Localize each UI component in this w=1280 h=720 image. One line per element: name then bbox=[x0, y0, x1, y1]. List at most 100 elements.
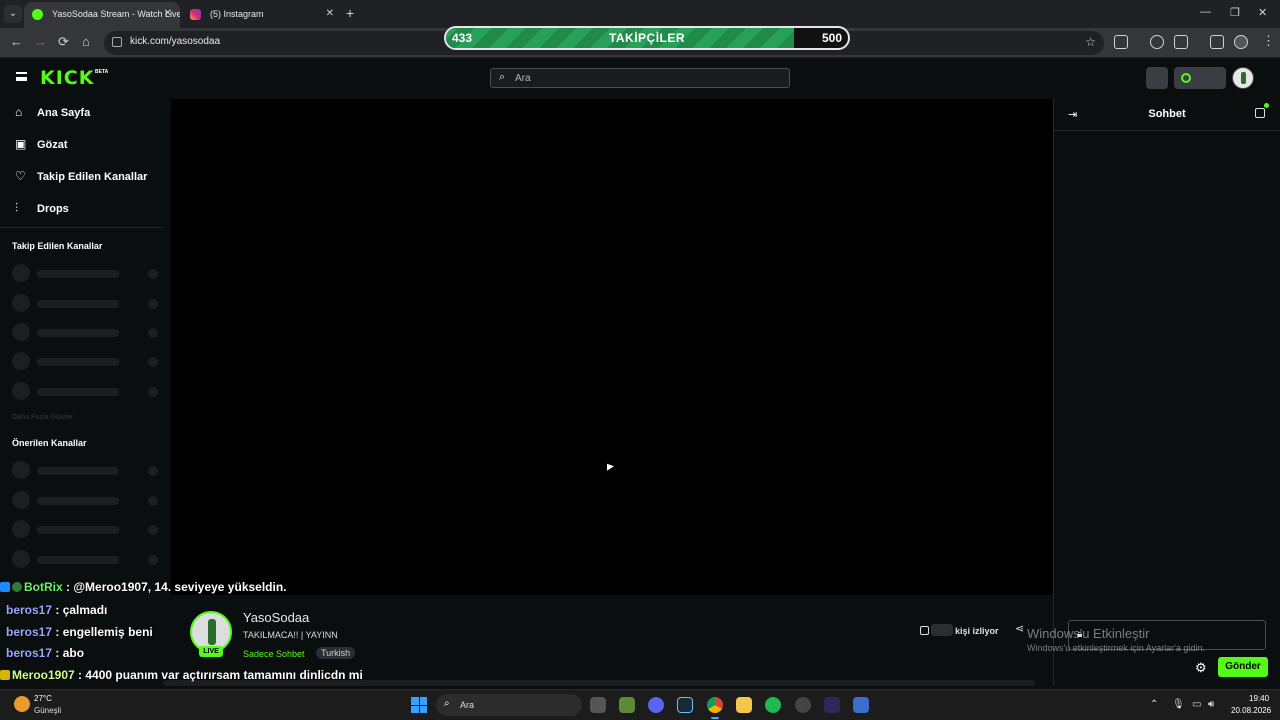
site-info-icon[interactable] bbox=[112, 37, 122, 47]
chat-message: : 4400 puanım var açtırırsam tamamını di… bbox=[78, 668, 363, 682]
network-icon[interactable]: ▭ bbox=[1192, 699, 1201, 710]
link-icon[interactable] bbox=[1174, 35, 1188, 49]
chat-message: : engellemiş beni bbox=[55, 625, 153, 639]
close-tab-icon[interactable]: ✕ bbox=[326, 2, 334, 26]
spotify-icon[interactable] bbox=[765, 697, 781, 713]
taskbar-search[interactable]: ⌕ Ara bbox=[436, 694, 582, 716]
extension-icon[interactable] bbox=[1150, 35, 1164, 49]
channel-skeleton bbox=[12, 382, 160, 400]
back-icon[interactable]: ← bbox=[10, 34, 23, 49]
nav-browse[interactable]: ▣ Gözat bbox=[0, 132, 163, 160]
tab-instagram[interactable]: (5) Instagram ✕ bbox=[182, 2, 342, 28]
nav-home[interactable]: ⌂ Ana Sayfa bbox=[0, 100, 163, 128]
forward-icon[interactable]: → bbox=[34, 34, 47, 49]
discord-icon[interactable] bbox=[648, 697, 664, 713]
browser-tab-bar: ⌄ YasoSodaa Stream - Watch Live ✕ (5) In… bbox=[0, 0, 1280, 28]
chat-username: beros17 bbox=[6, 603, 53, 617]
reload-icon[interactable]: ⟳ bbox=[58, 34, 69, 50]
kick-logo[interactable]: KICK bbox=[40, 67, 94, 89]
bookmark-star-icon[interactable]: ☆ bbox=[1085, 35, 1096, 49]
channel-skeleton bbox=[12, 294, 160, 312]
nav-following[interactable]: ♡ Takip Edilen Kanallar bbox=[0, 164, 163, 192]
clock-time[interactable]: 19:40 bbox=[1249, 694, 1269, 703]
heart-icon: ♡ bbox=[15, 169, 26, 183]
stream-title: TAKILMACA!! | YAYINN bbox=[243, 630, 338, 640]
chat-settings-icon[interactable]: ⚙ bbox=[1195, 660, 1207, 676]
file-explorer-icon[interactable] bbox=[736, 697, 752, 713]
instagram-favicon-icon bbox=[190, 9, 201, 20]
microphone-icon[interactable]: 🎙︎ bbox=[1172, 699, 1185, 710]
tray-overflow-icon[interactable]: ⌃ bbox=[1150, 699, 1158, 710]
channel-skeleton bbox=[12, 520, 160, 538]
bot-badge-icon bbox=[0, 582, 10, 592]
media-control-icon[interactable] bbox=[1210, 35, 1224, 49]
search-input[interactable] bbox=[515, 71, 775, 86]
menu-icon[interactable] bbox=[16, 72, 27, 81]
chat-username: Meroo1907 bbox=[12, 668, 75, 682]
channel-skeleton bbox=[12, 550, 160, 568]
send-button[interactable]: Gönder bbox=[1218, 657, 1268, 677]
overlay-chat-line: beros17 : çalmadı bbox=[6, 603, 107, 617]
steam-icon[interactable] bbox=[677, 697, 693, 713]
channel-skeleton bbox=[12, 264, 160, 282]
nav-drops[interactable]: ⫶ Drops bbox=[0, 196, 163, 224]
start-icon[interactable] bbox=[411, 697, 427, 713]
app-icon[interactable] bbox=[795, 697, 811, 713]
site-header: KICK BETA ⌕ bbox=[0, 58, 1280, 98]
chat-username: beros17 bbox=[6, 646, 53, 660]
minimize-icon[interactable]: — bbox=[1200, 6, 1211, 18]
app-icon[interactable] bbox=[853, 697, 869, 713]
volume-icon[interactable]: 🔊︎ bbox=[1208, 699, 1214, 710]
url-text[interactable]: kick.com/yasosodaa bbox=[130, 36, 220, 47]
tab-search-icon[interactable]: ⌄ bbox=[4, 5, 22, 23]
chat-panel: ⇥ Sohbet 🔒︎ ⚙ Gönder bbox=[1053, 98, 1280, 685]
browser-menu-icon[interactable]: ⋮ bbox=[1262, 33, 1275, 49]
drops-icon: ⫶ bbox=[15, 201, 19, 215]
chat-title: Sohbet bbox=[1148, 108, 1186, 120]
nav-label: Ana Sayfa bbox=[37, 107, 91, 119]
followers-target: 500 bbox=[821, 31, 842, 45]
weather-icon[interactable] bbox=[14, 696, 30, 712]
weather-description[interactable]: Güneşli bbox=[34, 706, 61, 715]
chat-message: : çalmadı bbox=[55, 603, 108, 617]
verified-badge-icon bbox=[12, 582, 22, 592]
overlay-chat-line: Meroo1907 : 4400 puanım var açtırırsam t… bbox=[0, 668, 363, 682]
close-tab-icon[interactable]: ✕ bbox=[164, 2, 172, 26]
viewers-icon bbox=[920, 626, 929, 635]
profile-icon[interactable] bbox=[1234, 35, 1248, 49]
browse-icon: ▣ bbox=[15, 137, 27, 151]
search-bar[interactable]: ⌕ bbox=[490, 68, 790, 88]
windows-taskbar: 27°C Güneşli ⌕ Ara ⌃ 🎙︎ ▭ 🔊︎ 19:40 20.08… bbox=[0, 689, 1280, 720]
weather-temperature[interactable]: 27°C bbox=[34, 694, 52, 703]
nav-label: Takip Edilen Kanallar bbox=[37, 171, 148, 183]
kick-points-button[interactable] bbox=[1174, 67, 1226, 89]
app-icon[interactable] bbox=[824, 697, 840, 713]
chat-message: : abo bbox=[55, 646, 85, 660]
new-tab-button[interactable]: + bbox=[346, 5, 354, 21]
header-action-button[interactable] bbox=[1146, 67, 1168, 89]
extensions-icon[interactable] bbox=[1114, 35, 1128, 49]
task-view-icon[interactable] bbox=[590, 697, 606, 713]
stream-category[interactable]: Sadece Sohbet bbox=[243, 649, 305, 659]
minecraft-icon[interactable] bbox=[619, 697, 635, 713]
activation-watermark-subtitle: Windows'u etkinleştirmek için Ayarlar'a … bbox=[1027, 643, 1205, 653]
streamer-name[interactable]: YasoSodaa bbox=[243, 610, 309, 625]
clock-date[interactable]: 20.08.2026 bbox=[1231, 706, 1271, 715]
user-avatar[interactable] bbox=[1232, 67, 1254, 89]
viewers-label: kişi izliyor bbox=[955, 626, 999, 636]
restore-icon[interactable]: ❐ bbox=[1230, 6, 1240, 19]
home-icon[interactable]: ⌂ bbox=[82, 34, 90, 49]
close-window-icon[interactable]: ✕ bbox=[1258, 6, 1267, 19]
subscriber-badge-icon bbox=[0, 670, 10, 680]
chat-divider bbox=[1054, 130, 1280, 131]
gift-icon[interactable] bbox=[1255, 103, 1269, 118]
video-player[interactable] bbox=[171, 99, 1053, 595]
show-more-link[interactable]: Daha Fazla Göster bbox=[12, 414, 73, 421]
channel-skeleton bbox=[12, 461, 160, 479]
language-tag[interactable]: Turkish bbox=[316, 647, 356, 659]
chrome-icon[interactable] bbox=[707, 697, 723, 719]
followed-channels-heading: Takip Edilen Kanallar bbox=[12, 241, 103, 251]
share-icon[interactable]: ⋖ bbox=[1015, 622, 1024, 635]
chat-message: : @Meroo1907, 14. seviyeye yükseldin. bbox=[66, 580, 287, 594]
tab-kick[interactable]: YasoSodaa Stream - Watch Live ✕ bbox=[24, 2, 180, 28]
